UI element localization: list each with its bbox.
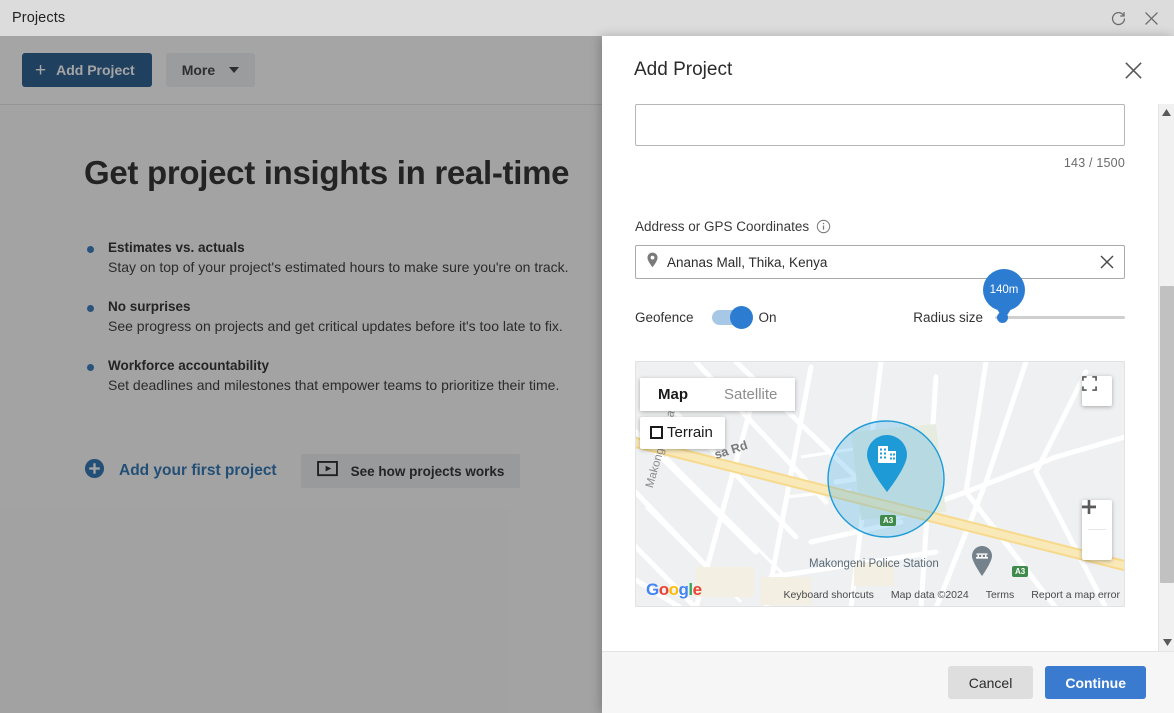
map-zoom-out-button[interactable] xyxy=(1082,505,1112,559)
radius-control: Radius size 140m xyxy=(913,268,1125,325)
refresh-icon[interactable] xyxy=(1110,10,1127,27)
drawer-title: Add Project xyxy=(634,59,733,80)
address-value: Ananas Mall, Thika, Kenya xyxy=(667,254,828,270)
address-input-wrapper: Ananas Mall, Thika, Kenya xyxy=(635,245,1125,279)
road-shield-a3: A3 xyxy=(880,515,897,526)
report-map-error-link[interactable]: Report a map error xyxy=(1031,589,1120,601)
radius-label: Radius size xyxy=(913,309,983,325)
google-logo: Google xyxy=(646,580,702,599)
terrain-label: Terrain xyxy=(667,424,713,441)
keyboard-shortcuts-link[interactable]: Keyboard shortcuts xyxy=(783,589,873,601)
radius-value: 140m xyxy=(989,283,1019,296)
terrain-checkbox[interactable] xyxy=(650,426,663,439)
info-icon[interactable] xyxy=(816,219,831,234)
scroll-up-arrow[interactable] xyxy=(1159,104,1174,121)
poi-label-police-station: Makongeni Police Station xyxy=(809,558,939,570)
map-attribution: Keyboard shortcuts Map data ©2024 Terms … xyxy=(783,589,1120,601)
map-type-control: Map Satellite xyxy=(640,378,796,411)
radius-slider[interactable]: 140m xyxy=(983,268,1125,323)
terms-link[interactable]: Terms xyxy=(986,589,1015,601)
add-project-drawer: Add Project 143 / 1500 Address or GPS Co… xyxy=(602,36,1174,713)
map-type-map[interactable]: Map xyxy=(640,378,706,411)
address-input[interactable]: Ananas Mall, Thika, Kenya xyxy=(635,245,1125,279)
toggle-knob xyxy=(729,305,753,329)
map-terrain-option[interactable]: Terrain xyxy=(640,417,725,449)
geofence-label: Geofence xyxy=(635,309,694,325)
map-zoom-control xyxy=(1082,500,1112,560)
address-field-label: Address or GPS Coordinates xyxy=(635,219,1125,234)
cancel-button[interactable]: Cancel xyxy=(947,666,1034,699)
close-icon[interactable] xyxy=(1143,10,1160,27)
radius-value-bubble: 140m xyxy=(983,268,1025,311)
drawer-footer: Cancel Continue xyxy=(602,651,1174,713)
character-counter: 143 / 1500 xyxy=(1063,156,1125,170)
clear-icon[interactable] xyxy=(1098,253,1116,271)
scrollbar-thumb[interactable] xyxy=(1160,286,1174,583)
drawer-scroll-content: 143 / 1500 Address or GPS Coordinates An… xyxy=(602,104,1158,651)
window-title: Projects xyxy=(12,10,66,26)
description-textarea[interactable] xyxy=(635,104,1125,146)
drawer-body: 143 / 1500 Address or GPS Coordinates An… xyxy=(602,104,1174,651)
police-station-marker[interactable] xyxy=(970,545,994,577)
map-data-text: Map data ©2024 xyxy=(890,589,969,601)
continue-button[interactable]: Continue xyxy=(1045,666,1146,699)
project-location-marker[interactable] xyxy=(864,434,910,494)
location-map[interactable]: Makongeni Police Station A3 A3 sa Rd Mak… xyxy=(635,361,1125,607)
road-shield-a3: A3 xyxy=(1012,566,1029,577)
geofence-state: On xyxy=(758,309,777,325)
map-type-satellite[interactable]: Satellite xyxy=(706,378,796,411)
map-pin-icon xyxy=(646,252,659,273)
scroll-down-arrow[interactable] xyxy=(1159,634,1174,651)
drawer-scrollbar[interactable] xyxy=(1158,104,1174,651)
drawer-header: Add Project xyxy=(602,36,1174,104)
window-title-bar: Projects xyxy=(0,0,1174,36)
close-icon[interactable] xyxy=(1123,60,1144,81)
address-label-text: Address or GPS Coordinates xyxy=(635,219,810,234)
geofence-toggle[interactable] xyxy=(711,305,753,329)
geofence-row: Geofence On Radius size 140m xyxy=(635,268,1125,329)
map-fullscreen-button[interactable] xyxy=(1082,376,1112,406)
